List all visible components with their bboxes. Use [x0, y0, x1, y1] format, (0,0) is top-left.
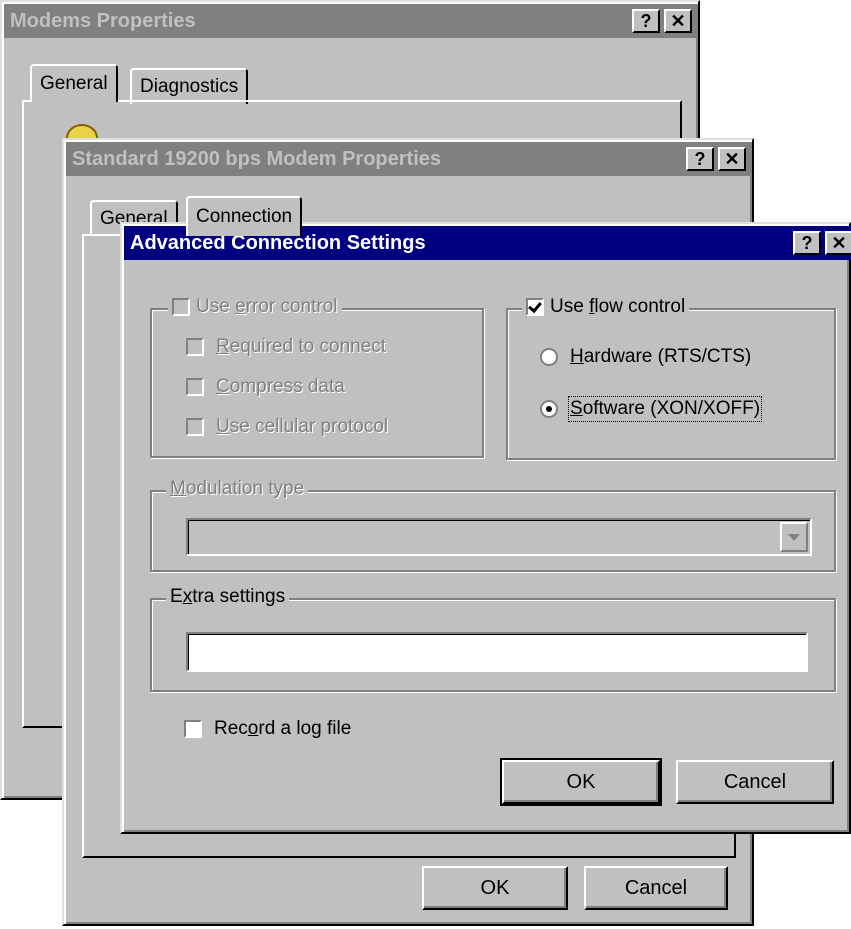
use-error-control-label: Use error control	[196, 296, 338, 317]
extra-settings-label: Extra settings	[166, 586, 290, 608]
tab-diagnostics[interactable]: Diagnostics	[130, 68, 249, 104]
use-flow-control-checkbox[interactable]: Use flow control	[522, 296, 690, 318]
close-button[interactable]: ✕	[664, 9, 692, 33]
modulation-type-label: Modulation type	[166, 478, 309, 500]
required-to-connect-checkbox[interactable]: Required to connect	[186, 336, 386, 358]
modulation-type-dropdown[interactable]	[186, 518, 812, 556]
use-cellular-protocol-checkbox[interactable]: Use cellular protocol	[186, 416, 388, 438]
ok-button[interactable]: OK	[500, 758, 662, 806]
use-flow-control-label: Use flow control	[550, 296, 686, 317]
use-error-control-check[interactable]	[172, 298, 190, 316]
software-flow-label: Software (XON/XOFF)	[567, 396, 763, 422]
modem-cancel-button[interactable]: Cancel	[584, 866, 728, 910]
error-control-group: Use error control Required to connect Co…	[150, 296, 484, 458]
hardware-flow-radio[interactable]: Hardware (RTS/CTS)	[540, 346, 751, 368]
modulation-type-group: Modulation type	[150, 478, 836, 572]
extra-settings-group: Extra settings	[150, 586, 836, 692]
use-cellular-protocol-label: Use cellular protocol	[216, 416, 389, 437]
cancel-button-label: Cancel	[723, 770, 787, 793]
modem-ok-button[interactable]: OK	[422, 866, 568, 910]
close-button[interactable]: ✕	[825, 231, 851, 255]
flow-control-group: Use flow control Hardware (RTS/CTS) Soft…	[506, 296, 836, 460]
modem-ok-label: OK	[480, 876, 510, 899]
tab-connection[interactable]: Connection	[186, 196, 303, 236]
tab-general[interactable]: General	[30, 64, 118, 102]
modem-title-bar[interactable]: Standard 19200 bps Modem Properties ? ✕	[66, 142, 750, 176]
help-button[interactable]: ?	[632, 9, 660, 33]
software-radio-button[interactable]	[540, 400, 558, 418]
use-cellular-protocol-check[interactable]	[186, 418, 204, 436]
modems-window-title: Modems Properties	[10, 9, 196, 32]
use-flow-control-check[interactable]	[526, 298, 544, 316]
modems-title-bar[interactable]: Modems Properties ? ✕	[4, 4, 696, 38]
ok-button-label: OK	[566, 770, 596, 793]
hardware-radio-button[interactable]	[540, 348, 558, 366]
modem-cancel-label: Cancel	[624, 876, 688, 899]
required-to-connect-check[interactable]	[186, 338, 204, 356]
record-log-file-checkbox[interactable]: Record a log file	[184, 718, 351, 740]
record-log-file-label: Record a log file	[214, 718, 352, 739]
advanced-connection-settings-dialog: Advanced Connection Settings ? ✕ Use err…	[120, 222, 851, 834]
compress-data-label: Compress data	[216, 376, 345, 397]
use-error-control-checkbox[interactable]: Use error control	[168, 296, 342, 318]
tab-diagnostics-label: Diagnostics	[140, 76, 239, 97]
record-log-file-check[interactable]	[184, 720, 202, 738]
close-button[interactable]: ✕	[718, 147, 746, 171]
extra-settings-input[interactable]	[186, 632, 808, 672]
dropdown-arrow-button[interactable]	[780, 522, 808, 552]
help-button[interactable]: ?	[793, 231, 821, 255]
hardware-flow-label: Hardware (RTS/CTS)	[570, 346, 752, 367]
compress-data-checkbox[interactable]: Compress data	[186, 376, 345, 398]
chevron-down-icon	[788, 533, 800, 541]
tab-connection-label: Connection	[196, 206, 293, 227]
help-button[interactable]: ?	[686, 147, 714, 171]
software-flow-radio[interactable]: Software (XON/XOFF)	[540, 396, 763, 422]
required-to-connect-label: Required to connect	[216, 336, 387, 357]
cancel-button[interactable]: Cancel	[676, 760, 834, 804]
compress-data-check[interactable]	[186, 378, 204, 396]
tab-general-label: General	[40, 73, 108, 94]
modem-window-title: Standard 19200 bps Modem Properties	[72, 147, 442, 170]
